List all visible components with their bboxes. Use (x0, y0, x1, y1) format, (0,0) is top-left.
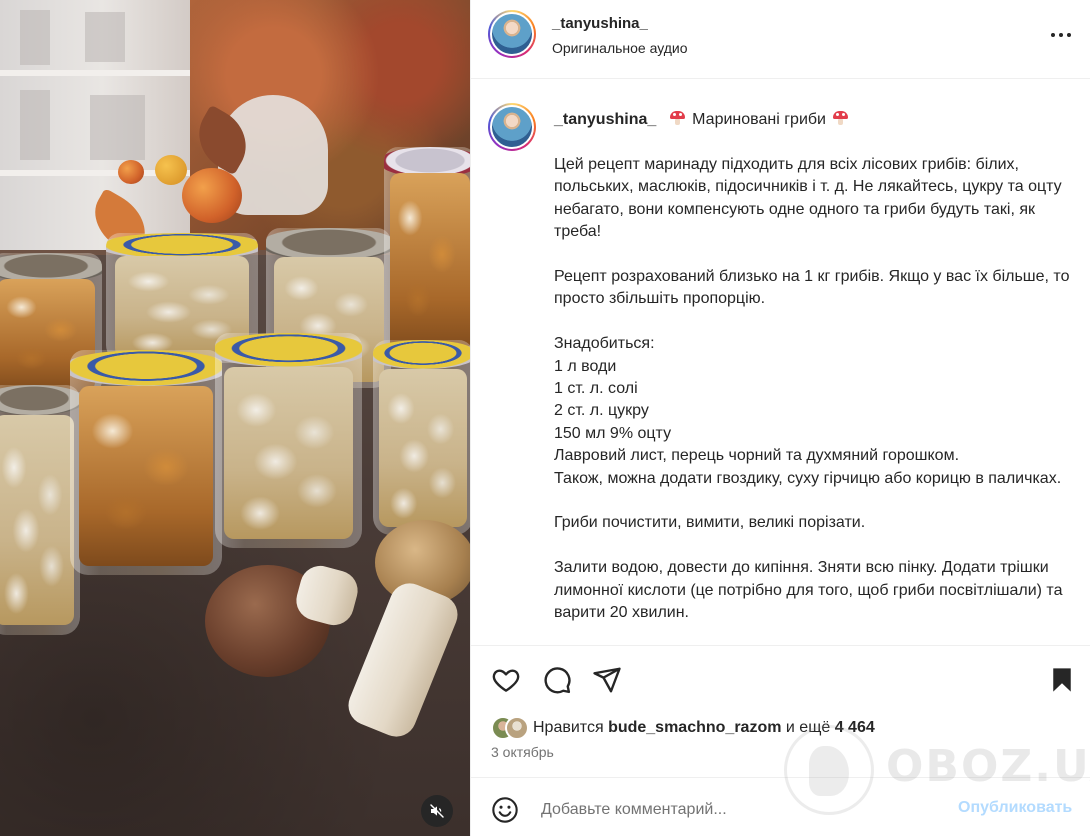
likes-middle: и ещё (785, 719, 831, 736)
author-username[interactable]: _tanyushina_ (552, 15, 648, 32)
comment-input[interactable] (541, 798, 941, 822)
likes-count[interactable]: 4 464 (835, 719, 875, 737)
mushroom-icon (833, 111, 849, 125)
comment-button[interactable] (540, 663, 574, 697)
likes-prefix: Нравится (533, 719, 604, 736)
post-header: _tanyushina_ Оригинальное аудио (471, 0, 1090, 79)
send-icon (593, 667, 621, 693)
caption-line: 1 л води (554, 357, 617, 375)
likes-summary: Нравится bude_smachno_razom и ещё 4 464 (491, 716, 875, 740)
save-button[interactable] (1045, 663, 1079, 697)
caption-line: 2 ст. л. цукру (554, 402, 649, 420)
caption-line: 1 ст. л. солі (554, 380, 638, 398)
mute-button[interactable] (421, 795, 453, 827)
pumpkin-decor (182, 168, 242, 223)
bookmark-icon (1053, 668, 1071, 692)
jar (215, 333, 362, 548)
more-horizontal-icon (1051, 33, 1055, 37)
comment-bar: Опубликовать (471, 777, 1090, 836)
caption-text: Цей рецепт маринаду підходить для всіх л… (554, 154, 1074, 624)
caption-username[interactable]: _tanyushina_ (554, 111, 656, 128)
heart-icon (492, 669, 520, 692)
liker-username[interactable]: bude_smachno_razom (608, 719, 781, 737)
caption-line: Також, можна додати гвоздику, суху гірчи… (554, 469, 1062, 487)
post-media[interactable] (0, 0, 470, 836)
caption-line: Залити водою, довести до кипіння. Зняти … (554, 559, 1063, 622)
post-date[interactable]: 3 октябрь (491, 744, 554, 760)
like-button[interactable] (489, 663, 523, 697)
publish-button[interactable]: Опубликовать (958, 799, 1072, 817)
audio-label[interactable]: Оригинальное аудио (552, 40, 688, 56)
caption-line: Рецепт розрахований близько на 1 кг гриб… (554, 268, 1070, 308)
action-bar: Нравится bude_smachno_razom и ещё 4 464 … (471, 645, 1090, 777)
caption-line: Знадобиться: (554, 335, 655, 353)
share-button[interactable] (590, 663, 624, 697)
jar (384, 147, 470, 362)
emoji-button[interactable] (489, 794, 521, 826)
avatar[interactable] (488, 10, 536, 58)
caption-title: Мариновані гриби (692, 111, 826, 128)
mushroom-icon (669, 111, 685, 125)
caption-line: Цей рецепт маринаду підходить для всіх л… (554, 156, 1062, 241)
caption-line: 150 мл 9% оцту (554, 424, 672, 442)
caption-header: _tanyushina_ Мариновані гриби (554, 111, 851, 129)
caption-area: _tanyushina_ Мариновані гриби Цей рецепт… (471, 80, 1090, 645)
avatar[interactable] (505, 716, 529, 740)
speaker-muted-icon (430, 804, 444, 818)
jar (373, 340, 470, 535)
comment-icon (544, 667, 571, 694)
post-panel: _tanyushina_ Оригинальное аудио _tanyush… (470, 0, 1090, 836)
caption-line: Гриби почистити, вимити, великі порізати… (554, 514, 866, 532)
smiley-icon (492, 797, 518, 823)
jar (70, 350, 222, 575)
jar (0, 385, 80, 635)
avatar[interactable] (488, 103, 536, 151)
more-options-button[interactable] (1043, 22, 1079, 48)
caption-line: Лавровий лист, перець чорний та духмяний… (554, 447, 960, 465)
